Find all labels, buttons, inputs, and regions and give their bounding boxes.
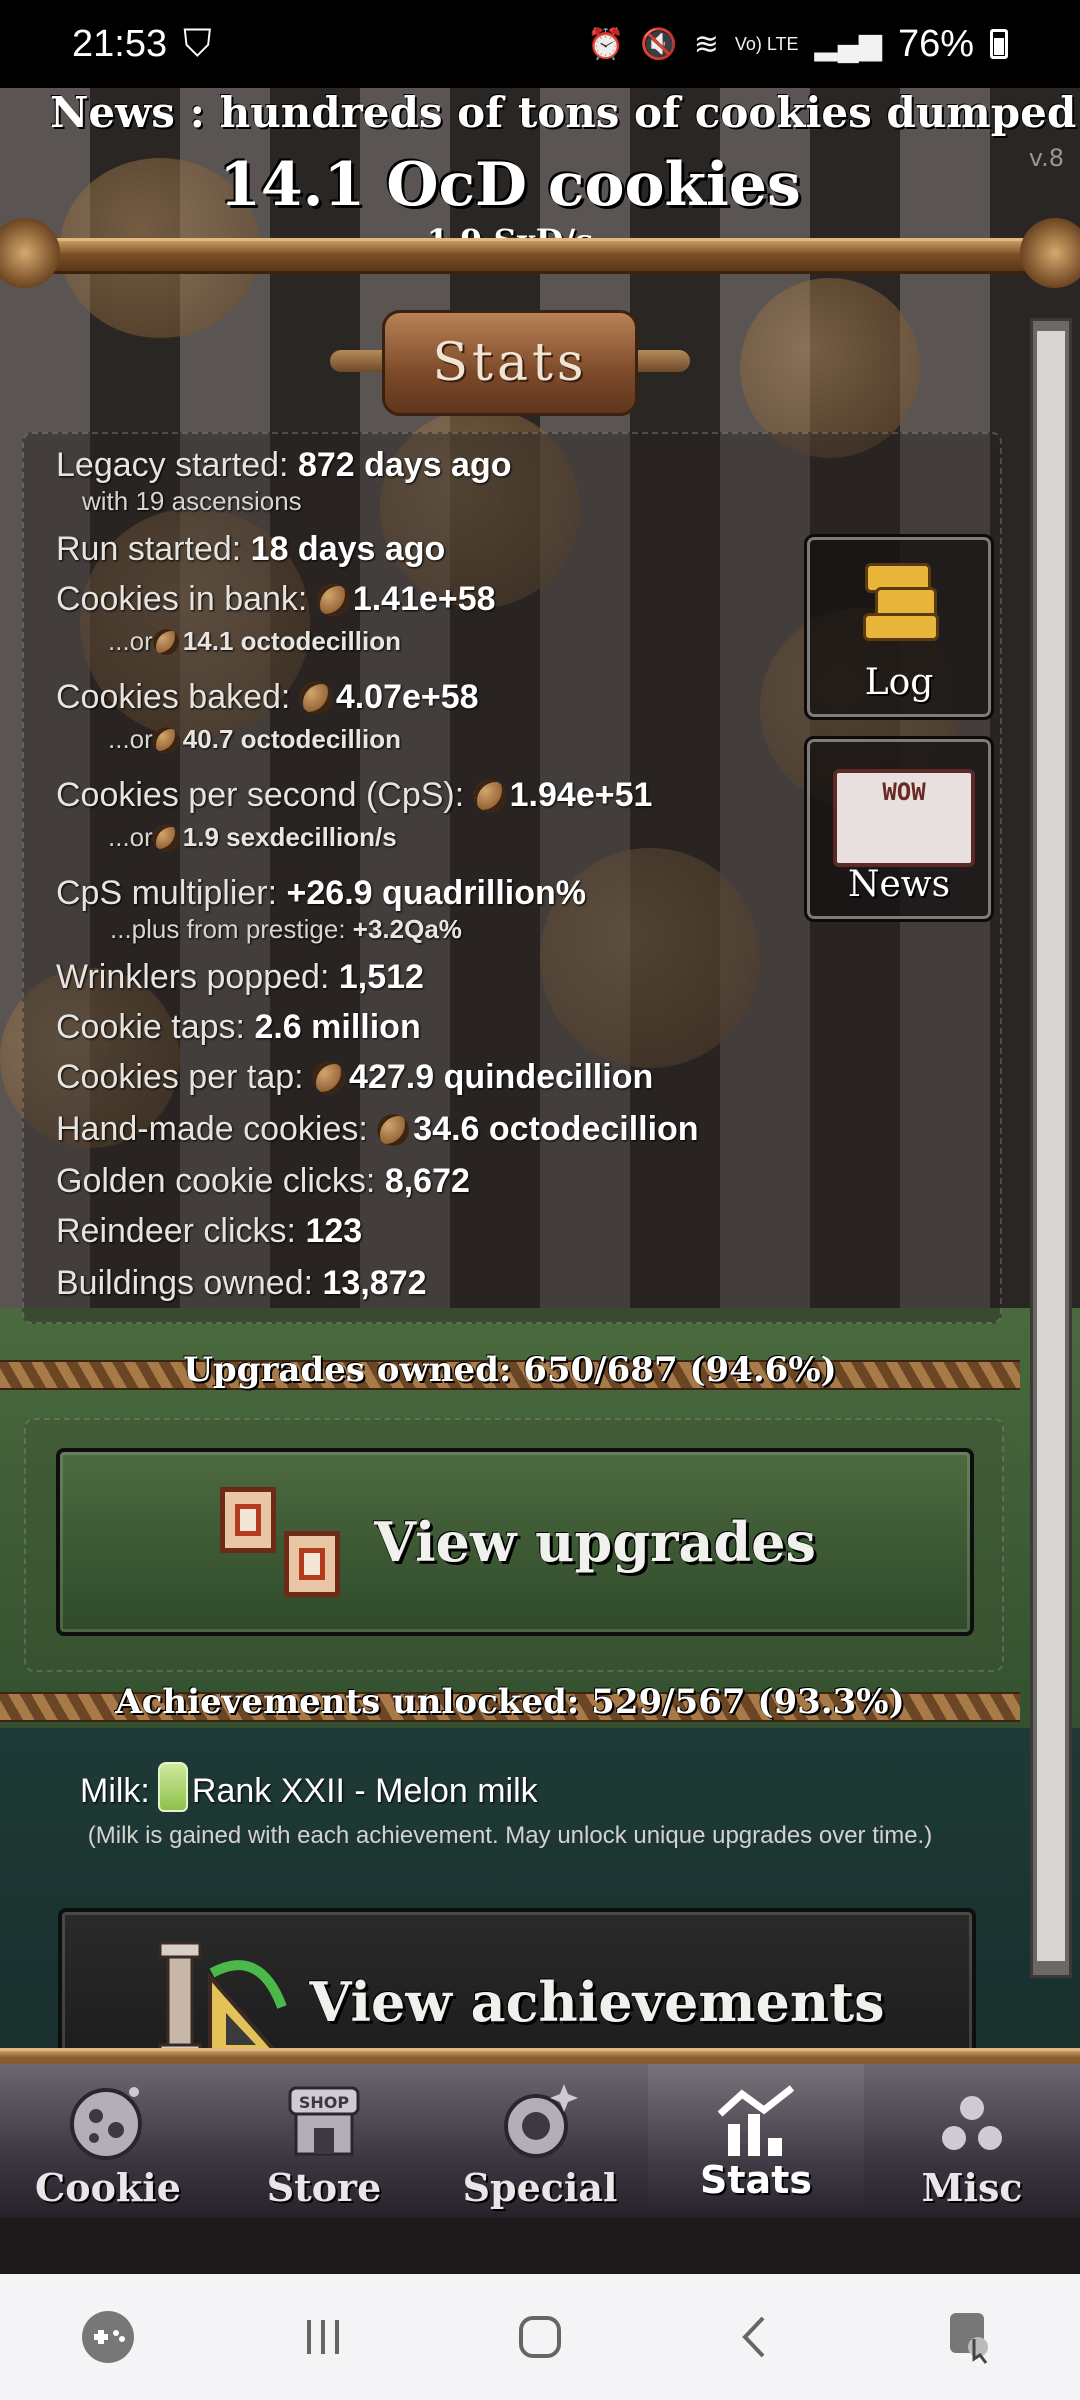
cookie-icon [299,682,332,714]
tab-label: Special [462,2165,618,2210]
wood-frame [0,238,1080,274]
battery-percent: 76% [897,22,974,65]
back-icon [742,2316,765,2358]
shield-icon: ⛉ [183,22,212,65]
cookie-icon [313,1062,346,1094]
recents-icon [307,2320,339,2354]
cookie-icon [152,727,179,753]
stat-handmade: Hand-made cookies: 34.6 octodecillion [56,1110,699,1148]
news-label: News [847,864,951,905]
stat-prestige: ...plus from prestige: +3.2Qa% [110,914,462,944]
stat-cookies-per-tap: Cookies per tap: 427.9 quindecillion [56,1058,654,1096]
cookie-icon [473,780,506,812]
scrollbar[interactable] [1030,318,1072,1978]
signal-icon: ▂▄▆ [814,27,882,61]
shop-icon: SHOP [288,2086,360,2156]
stat-cps-words: ...or 1.9 sexdecillion/s [108,822,397,852]
tab-stats[interactable]: Stats [648,2064,864,2224]
tab-bar: Cookie SHOP Store Special Stats Misc [0,2058,1080,2224]
system-nav-bar [0,2274,1080,2400]
tab-label: Cookie [35,2165,181,2210]
home-icon [519,2316,561,2358]
stat-cps: Cookies per second (CpS): 1.94e+51 [56,776,653,814]
stats-icon [717,2085,795,2156]
tab-misc[interactable]: Misc [864,2064,1080,2224]
wifi-icon: ≋ [693,27,719,61]
upgrades-icon [214,1477,354,1607]
achievements-summary: Achievements unlocked: 529/567 (93.3%) [115,1682,905,1722]
milk-bottle-icon [157,1762,188,1812]
cookie-count: 14.1 OcD cookies [219,150,801,220]
view-upgrades-label: View upgrades [374,1510,816,1574]
stat-cookies-in-bank: Cookies in bank: 1.41e+58 [56,580,496,618]
stat-cps-multiplier: CpS multiplier: +26.9 quadrillion% [56,874,587,912]
stat-golden-clicks: Golden cookie clicks: 8,672 [56,1162,470,1200]
tab-label: Misc [921,2165,1023,2210]
cookie-icon [316,584,349,616]
stats-panel: Legacy started: 872 days ago with 19 asc… [22,432,1002,1324]
stat-wrinklers: Wrinklers popped: 1,512 [56,958,424,996]
log-label: Log [864,662,934,703]
stats-banner: Stats [330,310,690,416]
version-label: v.8 [1028,144,1064,172]
stat-cookie-taps: Cookie taps: 2.6 million [56,1008,421,1046]
cookie-icon [70,2087,142,2160]
newspaper-icon: WOW [833,769,975,867]
special-icon [504,2084,578,2158]
tab-cookie[interactable]: Cookie [0,2064,216,2224]
lte-indicator: Vo) LTE [734,34,799,54]
stat-buildings-owned: Buildings owned: 13,872 [56,1264,427,1302]
tab-store[interactable]: SHOP Store [216,2064,432,2224]
log-button[interactable]: Log [804,534,994,720]
section-title: Stats [382,310,638,416]
svg-text:SHOP: SHOP [299,2093,350,2112]
stat-reindeer-clicks: Reindeer clicks: 123 [56,1212,363,1250]
stat-cookies-baked: Cookies baked: 4.07e+58 [56,678,479,716]
tab-label: Store [266,2165,382,2210]
back-button[interactable] [696,2297,816,2377]
game-area: News : hundreds of tons of cookies dumpe… [0,88,1080,2273]
status-time: 21:53 [72,22,168,65]
stat-legacy: Legacy started: 872 days ago [56,446,512,484]
stat-run-started: Run started: 18 days ago [56,530,446,568]
touch-assist-icon [950,2313,988,2364]
gamepad-icon [82,2311,134,2363]
stat-baked-words: ...or 40.7 octodecillion [108,724,401,754]
alarm-icon: ⏰ [586,27,625,61]
recent-apps-button[interactable] [264,2297,384,2377]
upgrades-summary: Upgrades owned: 650/687 (94.6%) [183,1350,837,1390]
tab-label: Stats [700,2158,812,2202]
cookie-icon [152,629,179,655]
bottom-spacer [0,2218,1080,2274]
milk-description: (Milk is gained with each achievement. M… [87,1822,933,1849]
scrollbar-thumb[interactable] [1037,331,1065,1961]
milk-line: Milk: Rank XXII - Melon milk [80,1762,538,1812]
background-cookie [740,278,920,458]
screen-assist-button[interactable] [912,2297,1032,2377]
stat-bank-words: ...or 14.1 octodecillion [108,626,401,656]
battery-icon [990,29,1008,59]
cookie-icon [377,1114,410,1146]
news-ticker[interactable]: News : hundreds of tons of cookies dumpe… [50,88,1080,148]
view-upgrades-button[interactable]: View upgrades [56,1448,974,1636]
frame-ornament [1020,218,1080,288]
game-launcher-button[interactable] [48,2297,168,2377]
cookie-icon [152,825,179,851]
scroll-icon [855,557,945,641]
misc-icon [942,2096,1002,2150]
view-achievements-label: View achievements [309,1970,885,2034]
tab-special[interactable]: Special [432,2064,648,2224]
mute-icon: 🔇 [640,27,678,61]
news-button[interactable]: WOW News [804,736,994,922]
stat-ascensions: with 19 ascensions [82,486,302,516]
status-bar: 21:53 ⛉ ⏰ 🔇 ≋ Vo) LTE ▂▄▆ 76% [0,0,1080,88]
home-button[interactable] [480,2297,600,2377]
